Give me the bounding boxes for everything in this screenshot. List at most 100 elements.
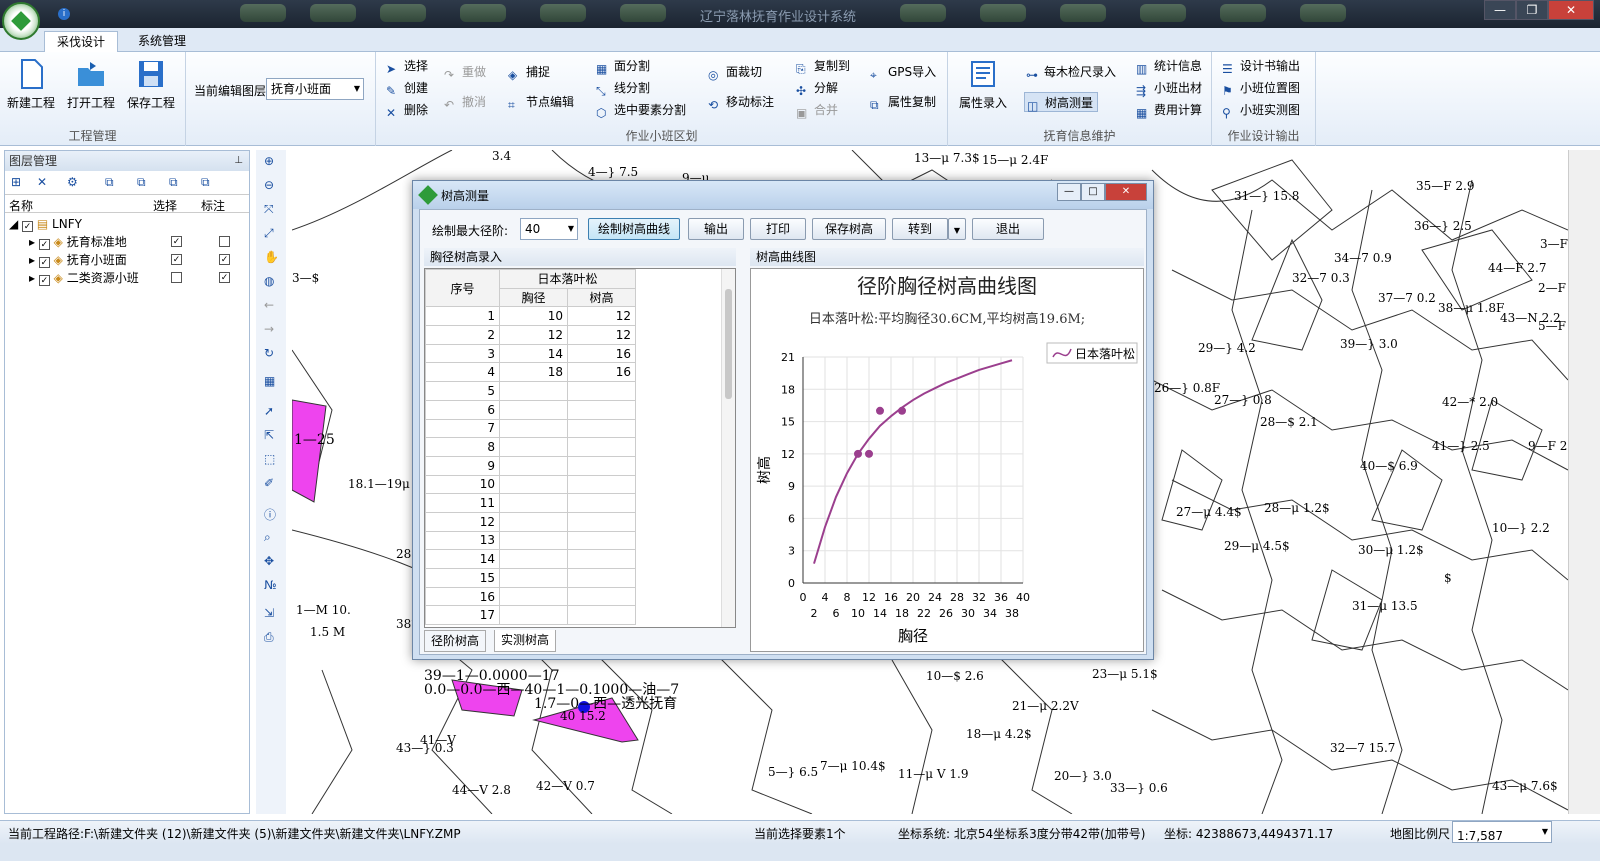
survey-map-button[interactable]: ⚲ 小班实测图 [1220, 100, 1300, 120]
row-dbh-cell[interactable] [499, 530, 568, 551]
row-dbh-cell[interactable]: 18 [499, 362, 568, 383]
table-row[interactable]: 15 [425, 568, 636, 588]
dialog-close-button[interactable]: ✕ [1105, 183, 1147, 201]
layer-item[interactable]: ▸ ✓ ◈ 二类资源小班 ✓ [29, 269, 245, 287]
row-height-cell[interactable] [567, 549, 636, 569]
table-row[interactable]: 3 14 16 [425, 343, 636, 364]
gps-import-button[interactable]: ⌖ GPS导入 [868, 62, 936, 82]
dialog-title-bar[interactable]: 树高测量 — □ ✕ [413, 181, 1153, 209]
stats-button[interactable]: ▥ 统计信息 [1134, 56, 1202, 76]
selected-split-button[interactable]: ⬡ 选中要素分割 [594, 100, 686, 120]
tab-harvest-design[interactable]: 采伐设计 [44, 31, 119, 53]
select-box-icon[interactable]: ⬚ [264, 452, 278, 466]
copy-to-button[interactable]: ⎘ 复制到 [794, 56, 850, 76]
table-row[interactable]: 13 [425, 530, 636, 551]
table-row[interactable]: 9 [425, 455, 636, 476]
cost-button[interactable]: ▦ 费用计算 [1134, 100, 1202, 120]
row-dbh-cell[interactable]: 12 [499, 325, 568, 345]
refresh-icon[interactable]: ↻ [264, 346, 278, 360]
table-row[interactable]: 4 18 16 [425, 362, 636, 383]
table-row[interactable]: 6 [425, 399, 636, 420]
layer-select-checkbox[interactable]: ✓ [171, 236, 182, 247]
tally-entry-button[interactable]: ⊶ 每木检尺录入 [1024, 62, 1116, 82]
row-dbh-cell[interactable] [499, 549, 568, 569]
row-dbh-cell[interactable] [499, 381, 568, 401]
layer-item[interactable]: ▸ ✓ ◈ 抚育标准地 ✓ [29, 233, 245, 251]
row-height-cell[interactable] [567, 381, 636, 401]
table-row[interactable]: 12 [425, 511, 636, 532]
table-row[interactable]: 17 [425, 605, 636, 626]
table-row[interactable]: 1 10 12 [425, 306, 636, 327]
tab-system-management[interactable]: 系统管理 [126, 31, 198, 53]
table-row[interactable]: 5 [425, 381, 636, 401]
row-dbh-cell[interactable] [499, 399, 568, 420]
scale-select[interactable]: 1:7,587 ▼ [1452, 821, 1552, 843]
find-icon[interactable]: ⌕ [264, 530, 278, 544]
zoom-in-icon[interactable]: ⊕ [264, 154, 278, 168]
layer-root[interactable]: ◢ ✓ ▤ LNFY [9, 215, 82, 233]
dialog-maximize-button[interactable]: □ [1081, 183, 1105, 201]
row-dbh-cell[interactable] [499, 437, 568, 457]
number-icon[interactable]: № [264, 578, 278, 592]
pan-hand-icon[interactable]: ✋ [264, 250, 279, 264]
save-height-button[interactable]: 保存树高 [812, 218, 886, 240]
face-clip-button[interactable]: ◎ 面裁切 [706, 62, 762, 82]
row-dbh-cell[interactable]: 14 [499, 343, 568, 364]
row-height-cell[interactable]: 16 [567, 343, 636, 364]
print-button[interactable]: 打印 [750, 218, 806, 240]
attr-copy-button[interactable]: ⧉ 属性复制 [868, 92, 936, 112]
draw-curve-button[interactable]: 绘制树高曲线 [588, 218, 680, 240]
layer-label-checkbox[interactable]: ✓ [219, 254, 230, 265]
row-dbh-cell[interactable]: 10 [499, 306, 568, 327]
layer-label-checkbox[interactable]: ✓ [219, 272, 230, 283]
layer-bottom-icon[interactable]: ⧉ [201, 175, 215, 189]
row-height-cell[interactable]: 16 [567, 362, 636, 383]
merge-button[interactable]: ▣ 合并 [794, 100, 838, 120]
max-diameter-select[interactable]: 40 ▼ [520, 218, 578, 240]
line-split-button[interactable]: ⤡ 线分割 [594, 78, 650, 98]
layer-up-icon[interactable]: ⧉ [105, 175, 119, 189]
close-button[interactable]: ✕ [1548, 0, 1594, 20]
node-edit-button[interactable]: ⌗ 节点编辑 [506, 92, 574, 112]
zoom-out-icon[interactable]: ⊖ [264, 178, 278, 192]
select-button[interactable]: ➤ 选择 [384, 56, 428, 76]
layer-label-checkbox[interactable] [219, 236, 230, 247]
globe-icon[interactable]: ◍ [264, 274, 278, 288]
open-project-button[interactable]: 打开工程 [62, 58, 120, 111]
goto-button[interactable]: 转到 [892, 218, 948, 240]
row-dbh-cell[interactable] [499, 474, 568, 495]
row-height-cell[interactable]: 12 [567, 306, 636, 327]
app-logo-icon[interactable] [2, 2, 40, 40]
row-dbh-cell[interactable] [499, 493, 568, 513]
create-button[interactable]: ✎ 创建 [384, 78, 428, 98]
row-height-cell[interactable] [567, 568, 636, 588]
row-height-cell[interactable] [567, 511, 636, 532]
grid-scroll-thumb[interactable] [725, 289, 732, 399]
measure-icon[interactable]: ⇲ [264, 606, 278, 620]
location-map-button[interactable]: ⚑ 小班位置图 [1220, 78, 1300, 98]
print-icon[interactable]: ⎙ [264, 630, 278, 644]
table-row[interactable]: 16 [425, 586, 636, 607]
back-arrow-icon[interactable]: ← [264, 298, 278, 312]
add-layer-icon[interactable]: ⊞ [11, 175, 25, 189]
table-row[interactable]: 7 [425, 418, 636, 439]
table-row[interactable]: 2 12 12 [425, 325, 636, 345]
row-dbh-cell[interactable] [499, 455, 568, 476]
pin-icon[interactable]: ⊥ [234, 151, 243, 171]
layer-top-icon[interactable]: ⧉ [169, 175, 183, 189]
table-row[interactable]: 8 [425, 437, 636, 457]
row-height-cell[interactable] [567, 605, 636, 626]
move-label-button[interactable]: ⟲ 移动标注 [706, 92, 774, 112]
select-feature-icon[interactable]: ➚ [264, 404, 278, 418]
select-multi-icon[interactable]: ⇱ [264, 428, 278, 442]
attr-entry-button[interactable]: 属性录入 [954, 58, 1012, 111]
current-layer-select[interactable]: 抚育小班面 ▼ [266, 78, 364, 100]
fit-extent-icon[interactable]: ⤢ [264, 226, 278, 240]
grid-scrollbar[interactable] [721, 269, 735, 627]
layer-down-icon[interactable]: ⧉ [137, 175, 151, 189]
identify-info-icon[interactable]: ⓘ [264, 506, 278, 522]
forward-arrow-icon[interactable]: → [264, 322, 278, 336]
face-split-button[interactable]: ▦ 面分割 [594, 56, 650, 76]
minimize-button[interactable]: — [1484, 0, 1516, 20]
row-height-cell[interactable] [567, 530, 636, 551]
